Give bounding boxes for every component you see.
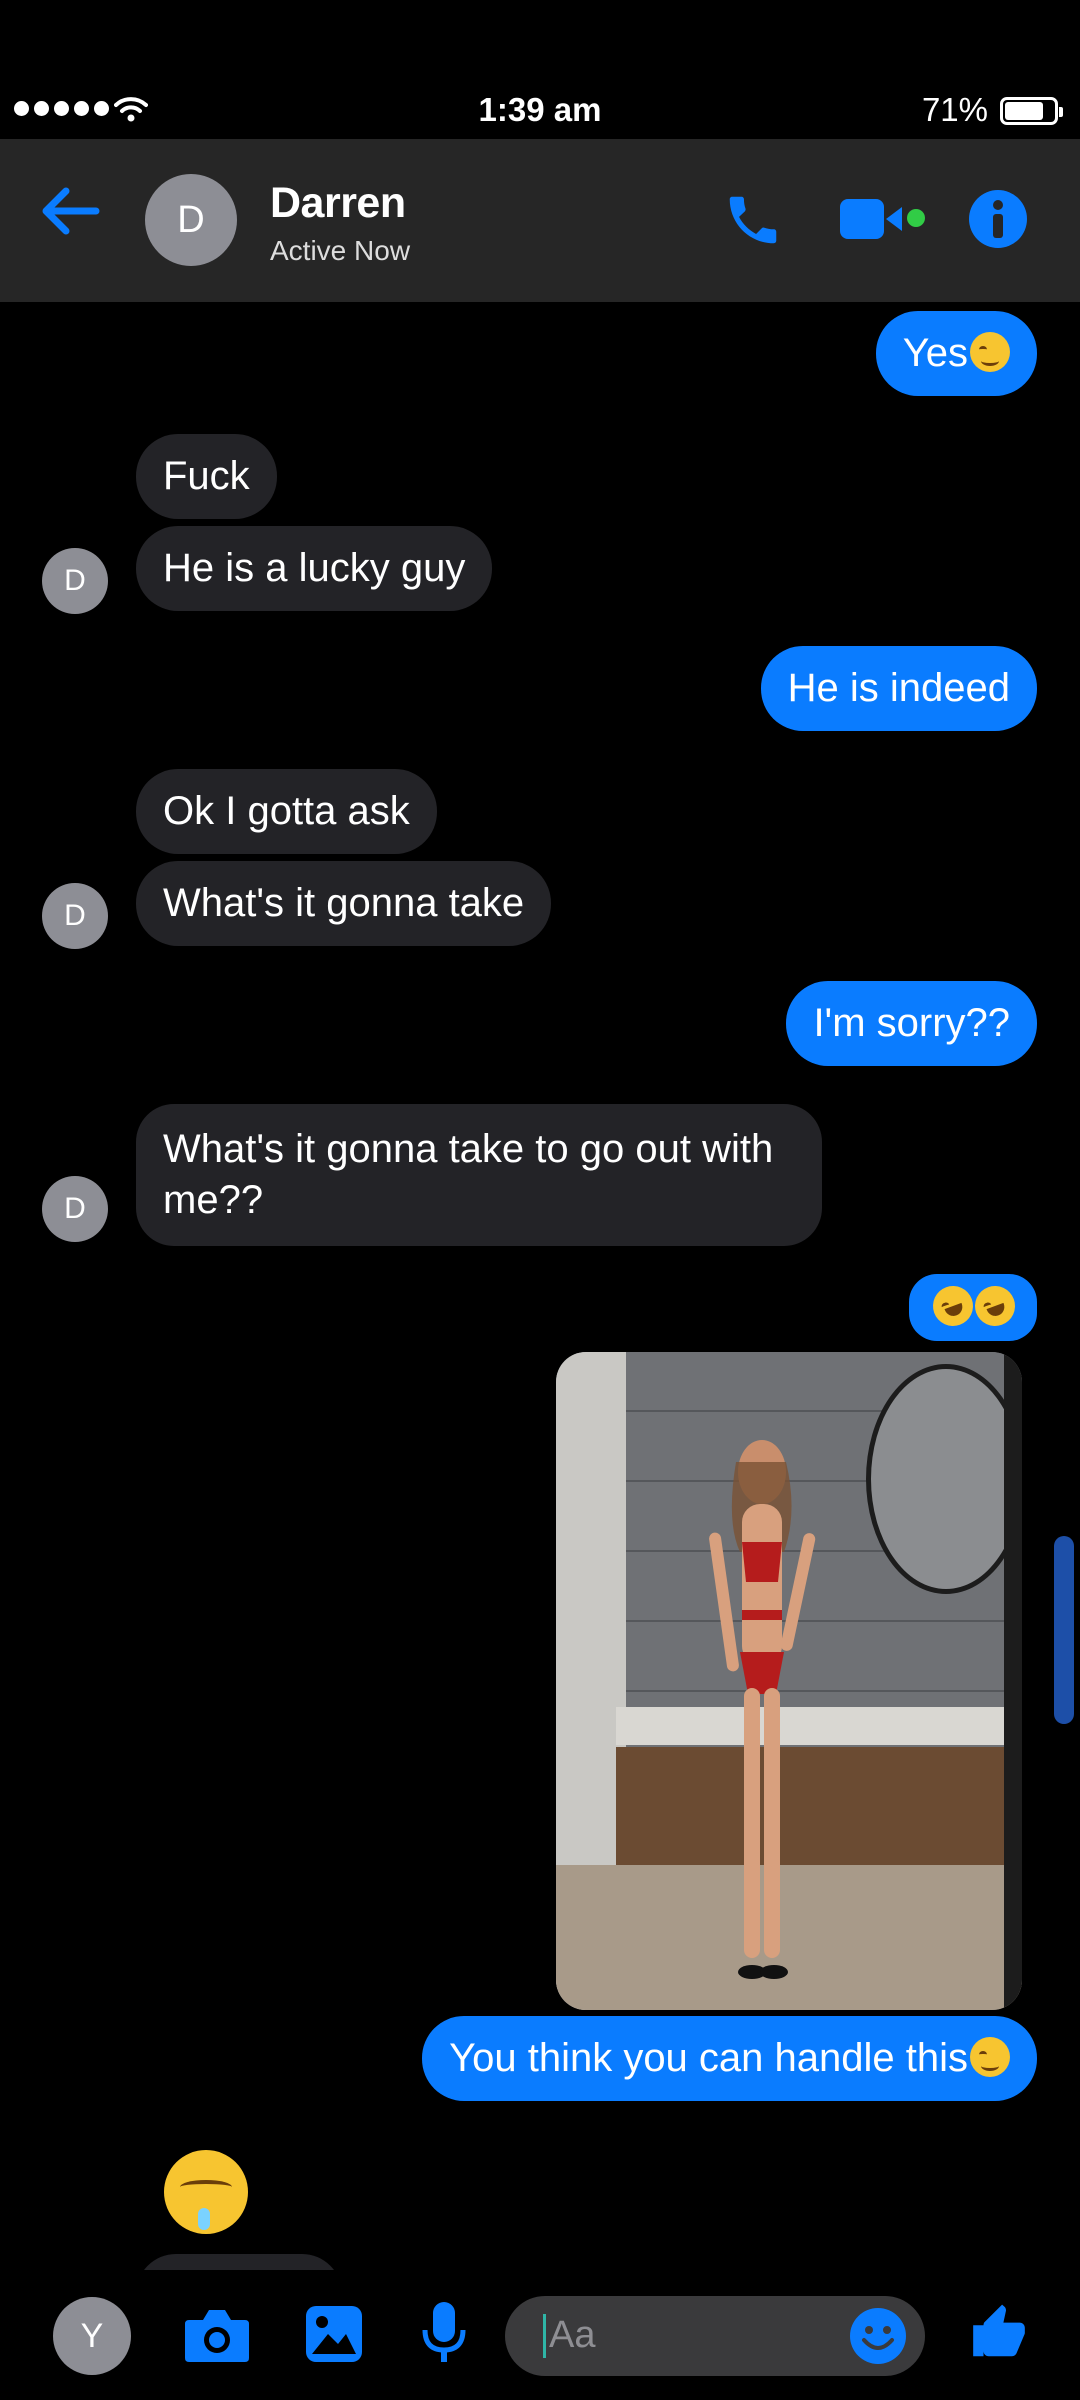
battery-percentage: 71% [921,91,988,128]
message-bubble-outgoing[interactable]: He is indeed [760,646,1037,731]
winking-face-icon [970,2037,1010,2077]
sender-avatar[interactable]: D [42,1176,108,1242]
composer-bar: Y Aa [0,2270,1080,2400]
thumbs-up-icon[interactable] [968,2302,1030,2369]
sender-avatar[interactable]: D [42,548,108,614]
my-avatar[interactable]: Y [53,2297,131,2375]
emoji-icon[interactable] [848,2306,908,2371]
message-bubble-incoming[interactable]: Ok I gotta ask [136,769,437,854]
message-bubble-incoming-partial [136,2254,342,2270]
message-input-placeholder: Aa [549,2314,596,2356]
message-bubble-outgoing[interactable]: You think you can handle this [422,2016,1037,2101]
phone-icon[interactable] [722,189,784,256]
rolling-laughing-icon [927,1280,979,1332]
message-bubble-outgoing[interactable]: I'm sorry?? [786,981,1037,1066]
microphone-icon[interactable] [421,2300,467,2371]
sender-avatar[interactable]: D [42,883,108,949]
gallery-icon[interactable] [304,2304,364,2369]
message-bubble-outgoing[interactable]: Yes [875,311,1037,396]
video-camera-icon[interactable] [838,197,928,246]
back-arrow-icon[interactable] [40,185,100,242]
photo-attachment[interactable] [556,1352,1022,2010]
contact-name[interactable]: Darren [270,179,406,228]
message-bubble-incoming[interactable]: Fuck [136,434,277,519]
scrollbar[interactable] [1054,1536,1074,1724]
text-cursor [543,2314,546,2358]
person-figure [709,1440,816,1979]
conversation-header: D Darren Active Now [0,139,1080,302]
message-list[interactable]: Yes Fuck He is a lucky guy D He is indee… [0,302,1080,2270]
status-time: 1:39 am [478,91,602,128]
rolling-laughing-icon [969,1280,1021,1332]
status-bar: 1:39 am 71% [0,87,1080,139]
contact-status: Active Now [270,235,411,266]
camera-icon[interactable] [183,2306,251,2369]
battery-icon [1000,97,1063,125]
drooling-face-icon[interactable] [164,2150,248,2234]
contact-avatar[interactable]: D [145,174,237,266]
message-bubble-incoming[interactable]: What's it gonna take to go out with me?? [136,1104,822,1246]
info-icon[interactable] [968,189,1028,254]
message-bubble-incoming[interactable]: What's it gonna take [136,861,552,946]
message-bubble-incoming[interactable]: He is a lucky guy [136,526,493,611]
winking-face-icon [970,332,1010,372]
message-bubble-outgoing[interactable] [909,1274,1037,1341]
